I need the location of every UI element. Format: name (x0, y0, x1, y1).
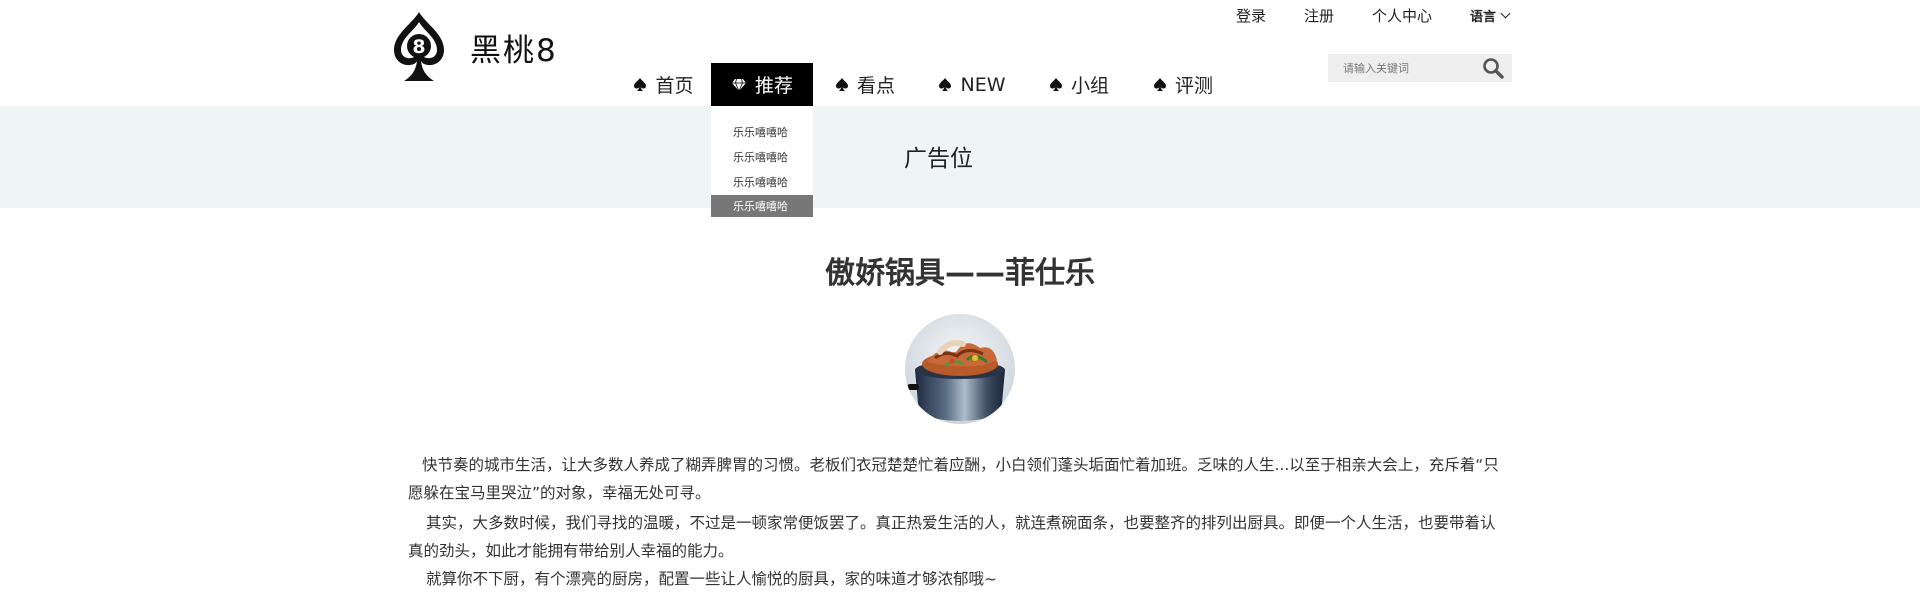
article-paragraph: 就算你不下厨，有个漂亮的厨房，配置一些让人愉悦的厨具，家的味道才够浓郁哦~ (426, 570, 997, 588)
nav-item-highlights[interactable]: 看点 (813, 63, 917, 106)
chevron-down-icon (1500, 8, 1511, 19)
article-paragraph: 快节奏的城市生活，让大多数人养成了糊弄脾胃的习惯。老板们衣冠楚楚忙着应酬，小白领… (408, 456, 1499, 502)
main-nav: 首页 推荐 看点 NEW 小组 评测 (616, 63, 1235, 106)
search-icon[interactable] (1482, 57, 1504, 79)
nav-item-new[interactable]: NEW (917, 63, 1027, 106)
cookware-image (905, 314, 1015, 424)
recommend-dropdown: 乐乐嘻嘻哈 乐乐嘻嘻哈 乐乐嘻嘻哈 乐乐嘻嘻哈 (711, 106, 813, 217)
search-input[interactable] (1341, 60, 1485, 76)
article-paragraph: 其实，大多数时候，我们寻找的温暖，不过是一顿家常便饭罢了。真正热爱生活的人，就连… (408, 514, 1496, 560)
brand-name: 黑桃8 (470, 33, 558, 69)
dropdown-item[interactable]: 乐乐嘻嘻哈 (711, 169, 813, 194)
nav-item-home[interactable]: 首页 (616, 63, 711, 106)
register-link[interactable]: 注册 (1304, 5, 1334, 26)
spade-logo-icon: 8 (394, 12, 444, 81)
personal-center-link[interactable]: 个人中心 (1372, 5, 1432, 26)
nav-item-reviews[interactable]: 评测 (1131, 63, 1235, 106)
language-label: 语言 (1470, 10, 1497, 25)
diamond-icon (731, 78, 746, 92)
dropdown-item-hovered[interactable]: 乐乐嘻嘻哈 (711, 195, 813, 217)
dropdown-item[interactable]: 乐乐嘻嘻哈 (711, 144, 813, 169)
language-selector[interactable]: 语言 (1470, 6, 1511, 25)
ad-label: 广告位 (904, 146, 973, 172)
search-box (1328, 54, 1512, 82)
nav-label-reviews: 评测 (1174, 75, 1213, 97)
spade-icon (634, 78, 647, 91)
site-header: 8 黑桃8 登录 注册 个人中心 语言 首页 推荐 看点 NEW 小组 评测 请… (0, 0, 1920, 106)
nav-item-groups[interactable]: 小组 (1027, 63, 1131, 106)
nav-label-highlights: 看点 (856, 75, 895, 97)
dropdown-item[interactable]: 乐乐嘻嘻哈 (711, 119, 813, 144)
login-link[interactable]: 登录 (1236, 5, 1266, 26)
logo-mark-8: 8 (412, 36, 425, 58)
nav-label-recommend: 推荐 (754, 75, 793, 97)
article-title: 傲娇锅具——菲仕乐 (825, 256, 1095, 291)
site-logo[interactable]: 8 黑桃8 (390, 10, 558, 85)
cookware-photo (905, 314, 1015, 424)
nav-item-recommend[interactable]: 推荐 (711, 63, 813, 106)
nav-label-home: 首页 (655, 75, 694, 97)
top-links: 登录 注册 个人中心 语言 (1236, 5, 1511, 26)
nav-label-new: NEW (960, 73, 1006, 96)
spade-icon (939, 78, 952, 91)
nav-label-groups: 小组 (1070, 75, 1109, 97)
spade-icon (835, 78, 848, 91)
spade-icon (1049, 78, 1062, 91)
ad-banner[interactable]: 广告位 (0, 106, 1920, 208)
spade-icon (1153, 78, 1166, 91)
